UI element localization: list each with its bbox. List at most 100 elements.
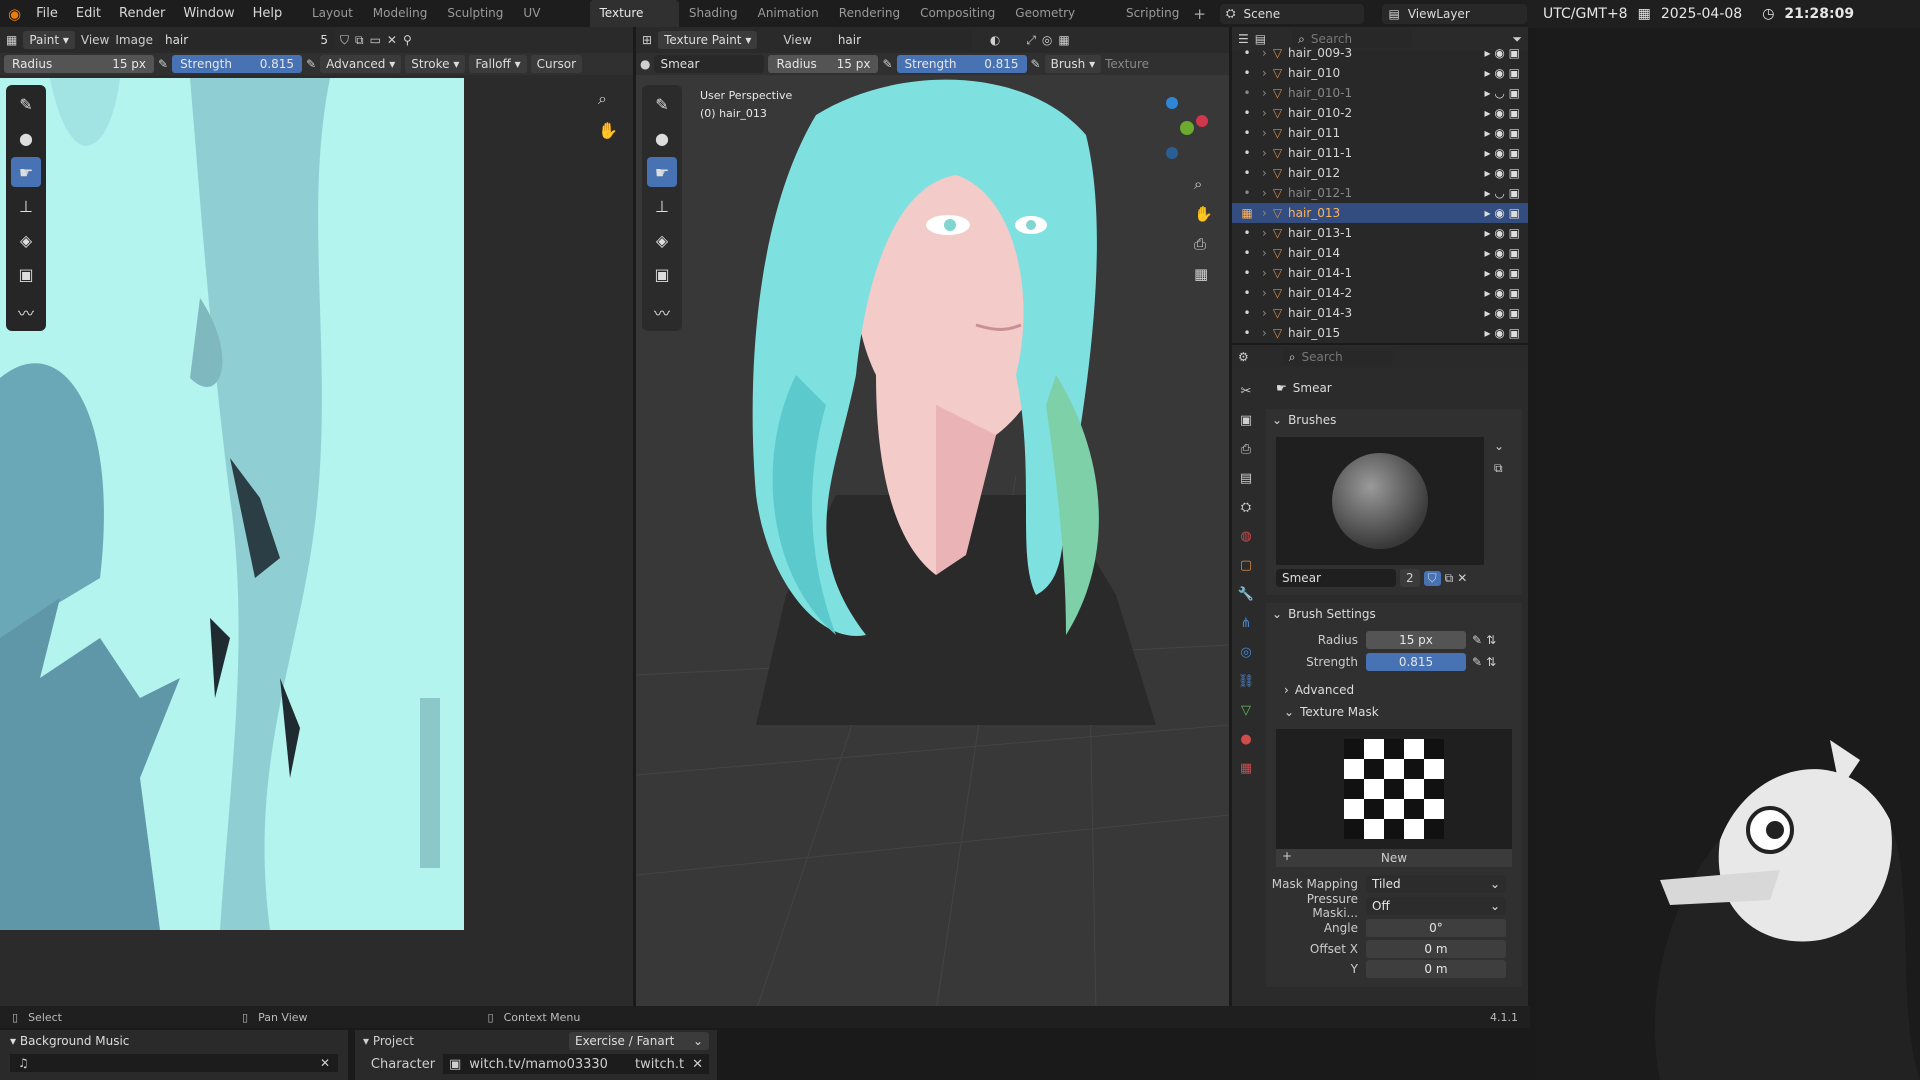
eye-icon[interactable]: ▸ ◉ ▣ (1462, 143, 1520, 163)
texture-mask-preview[interactable] (1276, 729, 1512, 849)
pen-pressure-icon[interactable]: ✎ (306, 57, 316, 71)
clear-close-icon[interactable]: ✕ (692, 1057, 703, 1072)
project-dropdown[interactable]: Exercise / Fanart ⌄ (569, 1032, 709, 1050)
strength-field[interactable]: Strength 0.815 (896, 55, 1027, 73)
smear-tool-icon[interactable]: ☛ (11, 157, 41, 187)
texture-menu[interactable]: Texture (1105, 57, 1149, 71)
eye-icon[interactable]: ▸ ◉ ▣ (1462, 263, 1520, 283)
object-tab-icon[interactable]: ▢ (1236, 555, 1256, 575)
view-layer-tab-icon[interactable]: ▤ (1236, 468, 1256, 488)
advanced-subpanel-header[interactable]: › Advanced (1266, 679, 1522, 701)
radius-value[interactable]: 15 px (1366, 631, 1466, 649)
eye-icon[interactable]: ▸ ◉ ▣ (1462, 103, 1520, 123)
tab-shading[interactable]: Shading (679, 0, 748, 27)
radius-field[interactable]: Radius 15 px (4, 55, 154, 73)
scene-tab-icon[interactable]: ⛭ (1236, 497, 1256, 517)
zoom-icon[interactable]: ⌕ (598, 89, 607, 109)
zoom-icon[interactable]: ⌕ (1194, 175, 1202, 193)
shield-icon[interactable]: ⛉ (340, 33, 349, 48)
smear-tool-icon[interactable]: ☛ (647, 157, 677, 187)
shading-icon[interactable]: ◐ (990, 33, 1000, 47)
world-tab-icon[interactable]: ◍ (1236, 526, 1256, 546)
axis-y-icon[interactable] (1180, 121, 1194, 135)
advanced-dropdown[interactable]: Advanced ▾ (320, 55, 402, 73)
tab-scripting[interactable]: Scripting (1116, 0, 1189, 27)
axis-neg-icon[interactable] (1166, 147, 1178, 159)
tab-compositing[interactable]: Compositing (910, 0, 1005, 27)
view-layer-selector[interactable]: ▤ ViewLayer (1382, 3, 1528, 24)
tab-animation[interactable]: Animation (748, 0, 829, 27)
cursor-dropdown[interactable]: Cursor (530, 55, 583, 73)
pin-icon[interactable]: ⚲ (403, 33, 412, 47)
eye-icon[interactable]: ▸ ◉ ▣ (1462, 303, 1520, 323)
output-tab-icon[interactable]: ⎙ (1236, 439, 1256, 459)
view-menu[interactable]: View (783, 33, 811, 47)
menu-render[interactable]: Render (110, 6, 174, 21)
editor-type-icon[interactable]: ⊞ (642, 33, 652, 47)
clone-tool-icon[interactable]: ⊥ (647, 191, 677, 221)
editor-type-icon[interactable]: ▦ (6, 33, 17, 47)
eye-icon[interactable]: ▸ ◉ ▣ (1462, 43, 1520, 63)
properties-search[interactable]: ⌕ Search (1282, 348, 1393, 366)
brush-preview[interactable] (1276, 437, 1484, 565)
eye-icon[interactable]: ▸ ◉ ▣ (1462, 243, 1520, 263)
fake-user-shield-icon[interactable]: ⛉ (1423, 570, 1441, 586)
unified-size-icon[interactable]: ⇅ (1486, 633, 1496, 647)
mode-dropdown[interactable]: Paint ▾ (23, 31, 75, 49)
strength-value[interactable]: 0.815 (1366, 653, 1466, 671)
mask-mapping-dropdown[interactable]: Tiled ⌄ (1366, 875, 1506, 893)
clear-close-icon[interactable]: ✕ (320, 1056, 330, 1070)
eye-icon[interactable]: ▸ ◉ ▣ (1462, 63, 1520, 83)
tab-uv-editing[interactable]: UV Editing (513, 0, 589, 47)
render-tab-icon[interactable]: ▣ (1236, 410, 1256, 430)
new-texture-button[interactable]: + New (1276, 849, 1512, 867)
draw-tool-icon[interactable]: ✎ (647, 89, 677, 119)
soften-tool-icon[interactable]: ● (647, 123, 677, 153)
draw-tool-icon[interactable]: ✎ (11, 89, 41, 119)
brush-name-field[interactable]: Smear (1276, 569, 1396, 587)
scene-selector[interactable]: ⛭ Scene (1219, 3, 1365, 24)
constraints-tab-icon[interactable]: ⛓ (1236, 671, 1256, 691)
view-menu[interactable]: View (81, 33, 109, 47)
brush-users-count[interactable]: 2 (1400, 569, 1420, 587)
eye-icon[interactable]: ▸ ◉ ▣ (1462, 123, 1520, 143)
pan-hand-icon[interactable]: ✋ (1194, 205, 1213, 223)
data-tab-icon[interactable]: ▽ (1236, 700, 1256, 720)
physics-tab-icon[interactable]: ◎ (1236, 642, 1256, 662)
editor-type-icon[interactable]: ⚙ (1238, 350, 1249, 364)
image-selector[interactable]: hair (831, 30, 972, 50)
angle-value[interactable]: 0° (1366, 919, 1506, 937)
camera-icon[interactable]: ⎙ (1194, 235, 1206, 253)
modifier-tab-icon[interactable]: 🔧 (1236, 584, 1256, 604)
tab-geometry-nodes[interactable]: Geometry Nodes (1005, 0, 1116, 47)
ortho-grid-icon[interactable]: ▦ (1194, 265, 1208, 283)
music-field[interactable]: ♫ ✕ (10, 1054, 338, 1072)
eye-icon[interactable]: ▸ ◉ ▣ (1462, 323, 1520, 343)
radius-field[interactable]: Radius 15 px (768, 55, 879, 73)
duplicate-icon[interactable]: ⧉ (1445, 571, 1454, 586)
pen-pressure-icon[interactable]: ✎ (1031, 57, 1041, 71)
texture-mask-subpanel-header[interactable]: ⌄ Texture Mask (1266, 701, 1522, 723)
axis-z-icon[interactable] (1166, 97, 1178, 109)
add-workspace-icon[interactable]: + (1193, 5, 1206, 23)
pressure-masking-dropdown[interactable]: Off ⌄ (1366, 897, 1506, 915)
fill-tool-icon[interactable]: ◈ (647, 225, 677, 255)
image-selector[interactable]: hair 5 (158, 30, 334, 50)
offset-x-value[interactable]: 0 m (1366, 940, 1506, 958)
tab-layout[interactable]: Layout (302, 0, 363, 27)
soften-tool-icon[interactable]: ● (11, 123, 41, 153)
fill-tool-icon[interactable]: ◈ (11, 225, 41, 255)
overlay-icon[interactable]: ◎ (1042, 33, 1052, 47)
eye-icon[interactable]: ▸ ◉ ▣ (1462, 223, 1520, 243)
mask-tool-icon[interactable]: ▣ (647, 259, 677, 289)
eye-icon[interactable]: ▸ ◡ ▣ (1462, 183, 1520, 203)
copy-icon[interactable]: ⧉ (355, 33, 364, 48)
particles-tab-icon[interactable]: ⋔ (1236, 613, 1256, 633)
xray-icon[interactable]: ▦ (1058, 33, 1069, 47)
eye-icon[interactable]: ▸ ◡ ▣ (1462, 83, 1520, 103)
eye-icon[interactable]: ▸ ◉ ▣ (1462, 163, 1520, 183)
menu-help[interactable]: Help (244, 6, 292, 21)
menu-edit[interactable]: Edit (67, 6, 110, 21)
folder-icon[interactable]: ▭ (370, 33, 381, 47)
annotate-tool-icon[interactable]: 〰 (647, 297, 677, 327)
